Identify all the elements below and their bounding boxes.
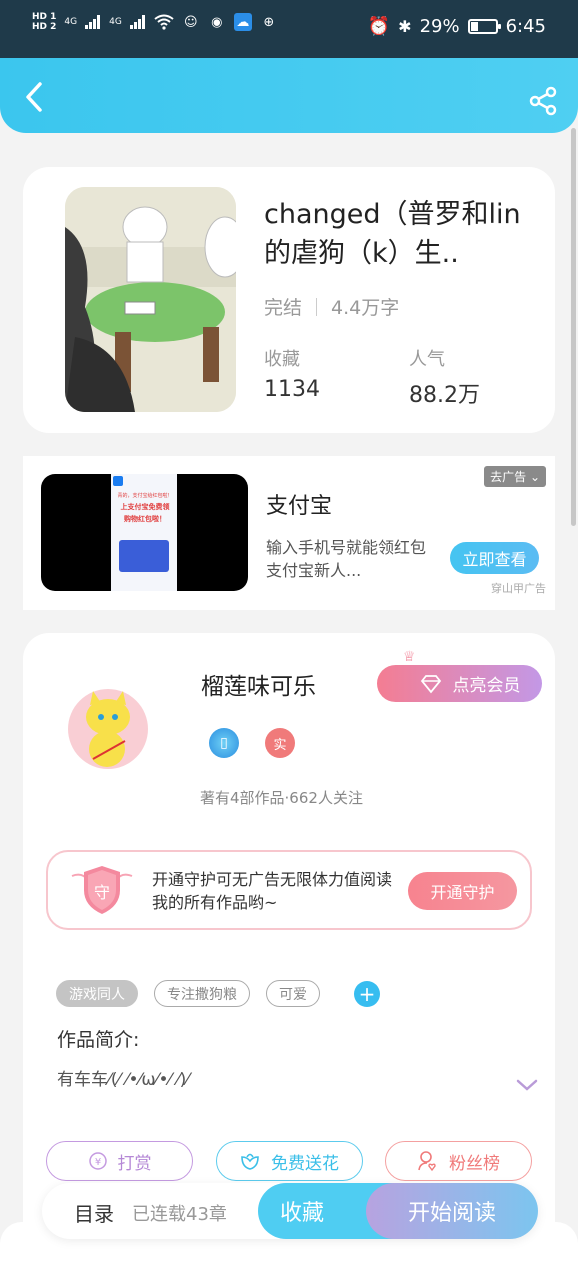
divider (316, 297, 318, 316)
ad-title: 支付宝 (266, 494, 333, 519)
bluetooth-icon: ✱ (398, 17, 412, 36)
signal-icon (129, 15, 145, 29)
guard-banner: 守 开通守护可无广告无限体力值阅读我的所有作品哟~ 开通守护 (46, 850, 532, 930)
svg-text:¥: ¥ (94, 1157, 100, 1168)
book-info-card: changed（普罗和lin的虐狗（k）生.. 完结 4.4万字 收藏 1134… (23, 167, 555, 433)
real-name-badge: 实 (265, 728, 295, 758)
book-meta: 完结 4.4万字 (264, 293, 399, 320)
toc-button[interactable]: 目录 (74, 1198, 114, 1227)
scrollbar[interactable] (571, 128, 576, 526)
user-heart-icon (418, 1151, 436, 1172)
popularity-value: 88.2万 (409, 383, 480, 408)
chevron-down-icon: ⌄ (529, 470, 540, 484)
ad-poster-box (119, 540, 169, 572)
chevron-down-icon[interactable] (515, 1077, 539, 1093)
tip-button[interactable]: ¥ 打赏 (46, 1141, 193, 1181)
phone-verified-icon: ▯ (209, 728, 239, 758)
share-icon[interactable] (528, 86, 558, 116)
ad-description: 输入手机号就能领红包支付宝新人... (266, 538, 427, 580)
battery-icon (467, 19, 501, 34)
globe-icon: ⊕ (263, 14, 275, 30)
battery-percent: 29% (419, 16, 460, 37)
chapter-count: 已连载43章 (132, 1204, 227, 1225)
word-count: 4.4万字 (331, 297, 400, 319)
action-buttons: ¥ 打赏 免费送花 粉丝榜 (46, 1141, 532, 1181)
guard-text: 开通守护可无广告无限体力值阅读我的所有作品哟~ (152, 870, 393, 912)
bottom-action-bar: 目录 已连载43章 收藏 开始阅读 (42, 1183, 538, 1239)
guard-shield-icon: 守 (71, 866, 133, 914)
start-reading-button[interactable]: 开始阅读 (366, 1183, 538, 1239)
ad-poster-line1: 青的，支付宝给红包啦！ (117, 493, 173, 499)
network1-label: 4G (64, 17, 78, 27)
add-tag-icon[interactable]: + (354, 980, 380, 1007)
hd-indicator: HD 1 HD 2 (32, 12, 56, 32)
ad-banner[interactable]: 青的，支付宝给红包啦！ 上支付宝免费领 购物红包啦！ 支付宝 输入手机号就能领红… (23, 456, 555, 610)
author-name[interactable]: 榴莲味可乐 (201, 667, 316, 701)
status-left: HD 1 HD 2 4G 4G ☺ ◉ ☁ ⊕ (32, 12, 278, 32)
chevron-left-icon[interactable] (20, 80, 48, 114)
tag-item[interactable]: 专注撒狗粮 (154, 980, 250, 1007)
weather-app-icon: ☁ (233, 13, 252, 31)
status-bar: HD 1 HD 2 4G 4G ☺ ◉ ☁ ⊕ ⏰ ✱ 29% 6:45 (0, 0, 578, 58)
author-card: 榴莲味可乐 ♕ 点亮会员 ▯ 实 著有4部作品·662人关注 守 开通守护可无广… (23, 633, 555, 1253)
status-right: ⏰ ✱ 29% 6:45 (368, 16, 546, 37)
favorites-label: 收藏 (264, 349, 300, 370)
diamond-icon (420, 674, 441, 693)
book-status: 完结 (264, 297, 303, 319)
ad-image[interactable]: 青的，支付宝给红包啦！ 上支付宝免费领 购物红包啦！ (41, 474, 248, 591)
fans-rank-label: 粉丝榜 (449, 1153, 500, 1174)
send-flower-label: 免费送花 (271, 1153, 339, 1174)
alipay-logo-icon (113, 476, 123, 486)
favorites-value: 1134 (264, 377, 320, 402)
tag-item[interactable]: 可爱 (266, 980, 320, 1007)
tag-item[interactable]: 游戏同人 (56, 980, 138, 1007)
clock: 6:45 (505, 16, 546, 37)
crown-icon: ♕ (403, 649, 416, 665)
signal-icon (85, 15, 101, 29)
popularity-label: 人气 (409, 349, 445, 370)
coin-icon: ¥ (88, 1152, 107, 1170)
hd2-label: HD 2 (32, 22, 57, 32)
wifi-icon (154, 14, 174, 30)
wechat-icon: ◉ (211, 14, 223, 30)
ad-poster-line3: 购物红包啦！ (124, 515, 166, 523)
ad-poster-line2: 上支付宝免费领 (120, 503, 170, 511)
send-flower-button[interactable]: 免费送花 (215, 1141, 363, 1181)
guard-icon-text: 守 (94, 883, 110, 902)
ad-view-button[interactable]: 立即查看 (450, 542, 539, 574)
remove-ad-label: 去广告 (490, 470, 527, 484)
author-stats: 著有4部作品·662人关注 (200, 789, 363, 807)
remove-ad-button[interactable]: 去广告 ⌄ (484, 466, 546, 487)
ad-source: 穿山甲广告 (491, 582, 546, 595)
vip-button[interactable]: 点亮会员 (377, 665, 542, 702)
qq-icon: ☺ (184, 14, 198, 30)
open-guard-button[interactable]: 开通守护 (408, 872, 517, 910)
network2-label: 4G (109, 17, 122, 27)
book-title: changed（普罗和lin的虐狗（k）生.. (264, 199, 521, 269)
tip-label: 打赏 (117, 1153, 152, 1174)
ad-poster: 青的，支付宝给红包啦！ 上支付宝免费领 购物红包啦！ (111, 474, 177, 591)
book-cover-image (65, 187, 236, 412)
author-avatar[interactable] (63, 679, 153, 779)
battery-level (470, 22, 478, 31)
hd1-label: HD 1 (32, 12, 57, 22)
intro-title: 作品简介: (57, 1029, 140, 1051)
tag-list: 游戏同人 专注撒狗粮 可爱 + (56, 980, 380, 1007)
flower-icon (241, 1153, 259, 1170)
vip-label: 点亮会员 (452, 676, 521, 696)
intro-text: 有车车⁄(⁄ ⁄•⁄ω⁄•⁄ ⁄)⁄ (57, 1070, 190, 1090)
header (0, 58, 578, 133)
fans-rank-button[interactable]: 粉丝榜 (385, 1141, 532, 1181)
alarm-icon: ⏰ (367, 16, 391, 37)
